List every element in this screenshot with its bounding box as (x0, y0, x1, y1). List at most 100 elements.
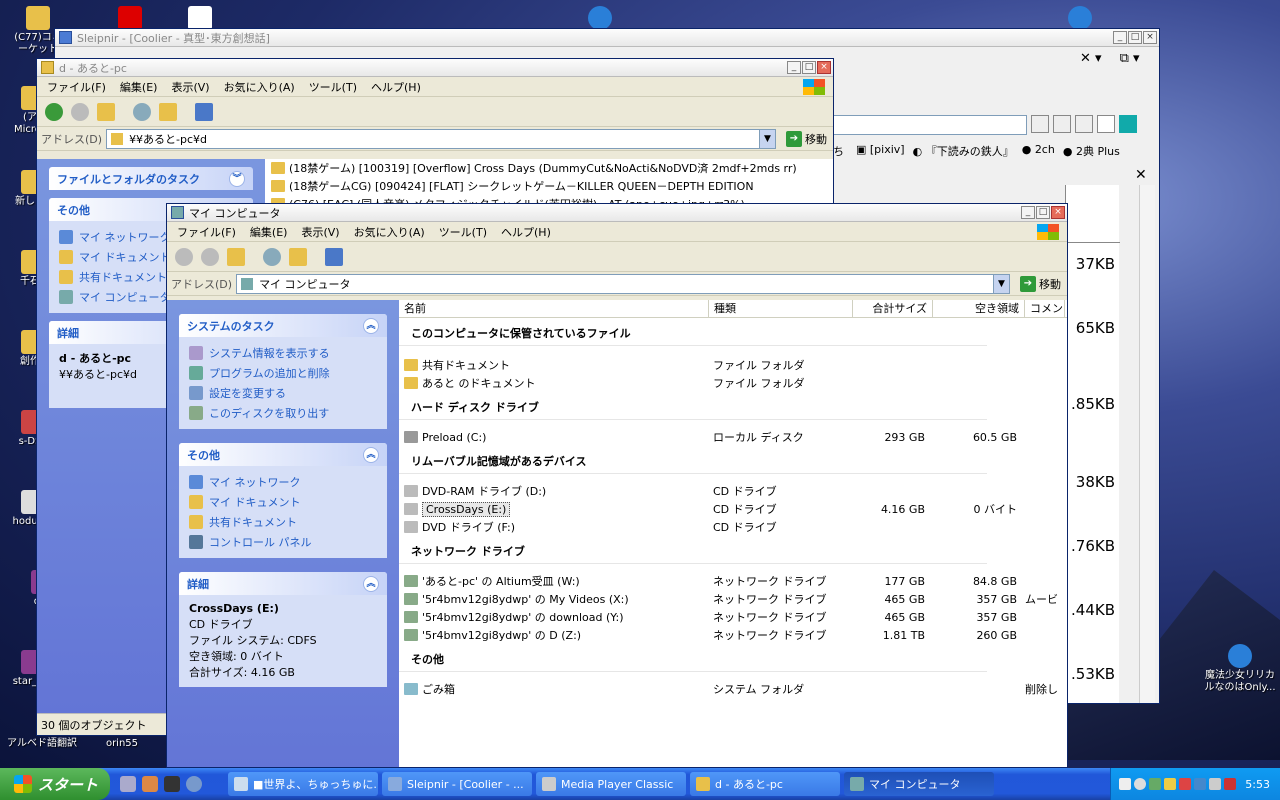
folders-icon[interactable] (159, 102, 177, 121)
up-folder-icon[interactable] (97, 102, 115, 121)
link-item[interactable]: ち (833, 143, 844, 159)
list-item[interactable]: ごみ箱 システム フォルダ 削除し (399, 680, 1067, 698)
list-item[interactable]: '5r4bmv12gi8ydwp' の My Videos (X:) ネットワーク… (399, 590, 1067, 608)
forward-icon[interactable] (201, 247, 219, 266)
task-system-info[interactable]: システム情報を表示する (189, 343, 377, 363)
menu-help[interactable]: ヘルプ(H) (495, 224, 557, 240)
chevron-down-icon[interactable]: ▼ (759, 129, 775, 148)
taskbar-item-sekai[interactable]: ■世界よ、ちゅっちゅに... (228, 772, 378, 796)
back-icon[interactable] (175, 247, 193, 266)
column-type[interactable]: 種類 (709, 300, 853, 317)
quicklaunch-icon[interactable] (120, 776, 136, 792)
d-titlebar[interactable]: d - あると-pc _ □ × (37, 59, 833, 77)
tray-icon[interactable] (1149, 778, 1162, 790)
back-icon[interactable] (45, 102, 63, 121)
list-item[interactable]: あると のドキュメント ファイル フォルダ (399, 374, 1067, 392)
search-icon[interactable] (263, 247, 281, 266)
list-item[interactable]: '5r4bmv12gi8ydwp' の D (Z:) ネットワーク ドライブ 1.8… (399, 626, 1067, 644)
window-menu-icon[interactable]: ⧉ ▾ (1120, 51, 1140, 66)
tray-icon[interactable] (1224, 778, 1237, 790)
sleipnir-search-input[interactable] (833, 115, 1027, 135)
chevron-up-icon[interactable]: ︽ (363, 575, 379, 592)
task-change-settings[interactable]: 設定を変更する (189, 383, 377, 403)
other-my-network[interactable]: マイ ネットワーク (189, 472, 377, 492)
desktop-icon-orin[interactable]: orin55 (92, 738, 152, 750)
task-eject-disk[interactable]: このディスクを取り出す (189, 403, 377, 423)
menu-favorites[interactable]: お気に入り(A) (218, 79, 301, 95)
chevron-up-icon[interactable]: ︽ (363, 446, 379, 463)
views-icon[interactable] (195, 102, 213, 121)
go-button[interactable]: ➔ 移動 (780, 130, 833, 147)
taskbar-item-mycomputer[interactable]: マイ コンピュータ (844, 772, 994, 796)
link-pixiv[interactable]: ▣ [pixiv] (852, 143, 905, 159)
link-2ten[interactable]: ● 2典 Plus (1063, 143, 1120, 159)
other-control-panel[interactable]: コントロール パネル (189, 532, 377, 552)
menu-file[interactable]: ファイル(F) (41, 79, 112, 95)
list-item[interactable]: 'あると-pc' の Altium受皿 (W:) ネットワーク ドライブ 177 G… (399, 572, 1067, 590)
column-comment[interactable]: コメン (1025, 300, 1065, 317)
close-button[interactable]: × (1143, 31, 1157, 44)
list-item[interactable]: (18禁ゲーム) [100319] [Overflow] Cross Days … (265, 159, 833, 177)
list-item[interactable]: 共有ドキュメント ファイル フォルダ (399, 356, 1067, 374)
go-button[interactable]: ➔ 移動 (1014, 275, 1067, 292)
menu-help[interactable]: ヘルプ(H) (365, 79, 427, 95)
sleipnir-titlebar[interactable]: Sleipnir - [Coolier - 真型･東方創想話] _ □ × (55, 29, 1159, 47)
close-button[interactable]: × (1051, 206, 1065, 219)
tray-icon[interactable] (1179, 778, 1192, 790)
column-total[interactable]: 合計サイズ (853, 300, 933, 317)
views-icon[interactable] (325, 247, 343, 266)
folders-icon[interactable] (289, 247, 307, 266)
minimize-button[interactable]: _ (1113, 31, 1127, 44)
list-item[interactable]: DVD ドライブ (F:) CD ドライブ (399, 518, 1067, 536)
minimize-button[interactable]: _ (1021, 206, 1035, 219)
task-add-remove[interactable]: プログラムの追加と削除 (189, 363, 377, 383)
taskbar-item-sleipnir[interactable]: Sleipnir - [Coolier - ... (382, 772, 532, 796)
menu-tools[interactable]: ツール(T) (433, 224, 493, 240)
menu-edit[interactable]: 編集(E) (114, 79, 164, 95)
list-item[interactable]: DVD-RAM ドライブ (D:) CD ドライブ (399, 482, 1067, 500)
close-button[interactable]: × (817, 61, 831, 74)
tray-icon[interactable] (1134, 778, 1147, 790)
link-shitayomi[interactable]: ◐ 『下読みの鉄人』 (913, 143, 1014, 159)
chevron-down-icon[interactable]: ︾ (229, 170, 245, 187)
menu-tools[interactable]: ツール(T) (303, 79, 363, 95)
up-folder-icon[interactable] (227, 247, 245, 266)
other-my-documents[interactable]: マイ ドキュメント (189, 492, 377, 512)
quicklaunch-icon[interactable] (142, 776, 158, 792)
taskbar-item-d[interactable]: d - あると-pc (690, 772, 840, 796)
nico-icon[interactable] (1119, 115, 1137, 133)
menu-view[interactable]: 表示(V) (295, 224, 345, 240)
desktop-icon-albedo[interactable]: アルベド語翻訳 (2, 738, 82, 750)
list-item[interactable]: CrossDays (E:) CD ドライブ 4.16 GB 0 バイト (399, 500, 1067, 518)
quicklaunch-icon[interactable] (186, 776, 202, 792)
list-item[interactable]: Preload (C:) ローカル ディスク 293 GB 60.5 GB (399, 428, 1067, 446)
chevron-up-icon[interactable]: ︽ (363, 317, 379, 334)
speaker-icon[interactable] (1209, 778, 1222, 790)
find-icon[interactable] (1053, 115, 1071, 133)
other-shared-documents[interactable]: 共有ドキュメント (189, 512, 377, 532)
tray-icon[interactable] (1119, 778, 1132, 790)
menu-favorites[interactable]: お気に入り(A) (348, 224, 431, 240)
list-item[interactable]: (18禁ゲームCG) [090424] [FLAT] シークレットゲーム－KIL… (265, 177, 833, 195)
link-2ch[interactable]: ● 2ch (1022, 143, 1055, 159)
chevron-down-icon[interactable]: ▼ (993, 274, 1009, 293)
menu-edit[interactable]: 編集(E) (244, 224, 294, 240)
start-button[interactable]: スタート (0, 768, 110, 800)
address-input[interactable]: ¥¥あると-pc¥d ▼ (106, 128, 776, 149)
column-name[interactable]: 名前 (399, 300, 709, 317)
clock[interactable]: 5:53 (1239, 778, 1270, 791)
forward-icon[interactable] (71, 102, 89, 121)
maximize-button[interactable]: □ (1036, 206, 1050, 219)
address-input[interactable]: マイ コンピュータ ▼ (236, 273, 1010, 294)
quicklaunch-icon[interactable] (164, 776, 180, 792)
maximize-button[interactable]: □ (802, 61, 816, 74)
list-item[interactable]: '5r4bmv12gi8ydwp' の download (Y:) ネットワーク … (399, 608, 1067, 626)
tray-icon[interactable] (1164, 778, 1177, 790)
amazon-icon[interactable] (1097, 115, 1115, 133)
column-free[interactable]: 空き領域 (933, 300, 1025, 317)
close-panel-icon[interactable]: ✕ (1135, 167, 1147, 183)
mycomputer-titlebar[interactable]: マイ コンピュータ _ □ × (167, 204, 1067, 222)
sleipnir-scrollbar[interactable] (1139, 185, 1155, 703)
close-tabs-icon[interactable]: ✕ ▾ (1080, 51, 1102, 66)
maximize-button[interactable]: □ (1128, 31, 1142, 44)
